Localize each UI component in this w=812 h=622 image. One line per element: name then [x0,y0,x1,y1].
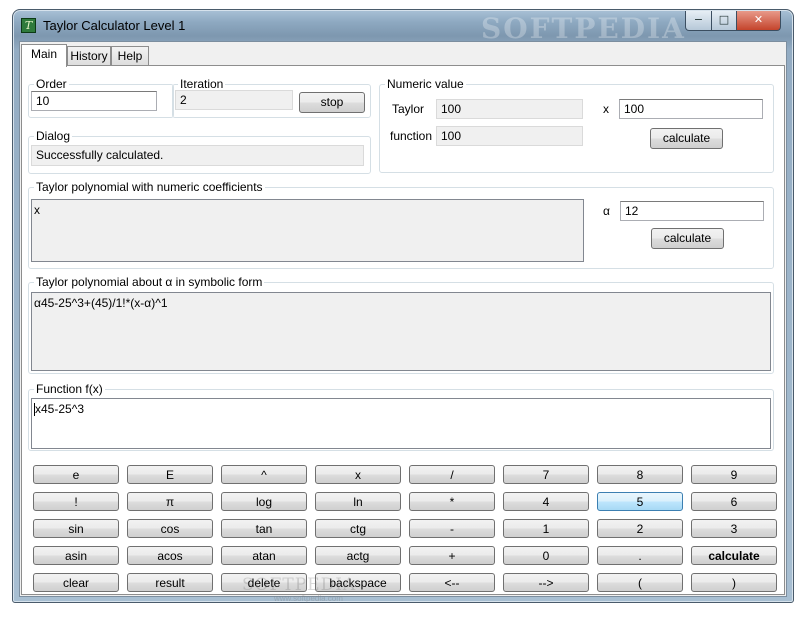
key-result-button[interactable]: result [127,573,213,592]
watermark-bottom-url: www.softpedia.com [274,594,343,603]
key-factorial-button[interactable]: ! [33,492,119,511]
order-legend: Order [34,77,69,91]
taylor-symbolic-group: Taylor polynomial about α in symbolic fo… [28,275,774,374]
key-cursor-left-button[interactable]: <-- [409,573,495,592]
taylor-numeric-output[interactable]: x [31,199,584,262]
main-tab-page: Order 10 Iteration 2 stop Dialog Success… [21,65,785,603]
tab-history[interactable]: History [67,46,111,66]
taylor-numeric-legend: Taylor polynomial with numeric coefficie… [34,180,265,194]
function-fx-legend: Function f(x) [34,382,105,396]
numeric-value-group: Numeric value Taylor 100 function 100 x … [379,77,774,173]
key-e-button[interactable]: e [33,465,119,484]
key-dot-button[interactable]: . [597,546,683,565]
dialog-message: Successfully calculated. [31,145,364,166]
key-caret-button[interactable]: ^ [221,465,307,484]
key-4-button[interactable]: 4 [503,492,589,511]
key-6-button[interactable]: 6 [691,492,777,511]
key-divide-button[interactable]: / [409,465,495,484]
key-x-button[interactable]: x [315,465,401,484]
iteration-group: Iteration 2 stop [172,77,371,118]
function-fx-text: x45-25^3 [35,402,84,416]
key-open-paren-button[interactable]: ( [597,573,683,592]
key-log-button[interactable]: log [221,492,307,511]
taylor-symbolic-output[interactable]: α45-25^3+(45)/1!*(x-α)^1 [31,292,771,371]
key-0-button[interactable]: 0 [503,546,589,565]
function-fx-group: Function f(x) x45-25^3 [28,382,774,451]
key-cursor-right-button[interactable]: --> [503,573,589,592]
stop-button[interactable]: stop [299,92,365,113]
key-ctg-button[interactable]: ctg [315,519,401,538]
numeric-calculate-button[interactable]: calculate [650,128,723,149]
taylor-label: Taylor [392,102,425,116]
alpha-calculate-button[interactable]: calculate [651,228,724,249]
iteration-value: 2 [175,90,293,110]
key-cos-button[interactable]: cos [127,519,213,538]
order-input[interactable]: 10 [31,91,157,111]
taylor-numeric-group: Taylor polynomial with numeric coefficie… [28,180,774,269]
key-7-button[interactable]: 7 [503,465,589,484]
x-input[interactable]: 100 [619,99,763,119]
key-pi-button[interactable]: π [127,492,213,511]
key-clear-button[interactable]: clear [33,573,119,592]
key-1-button[interactable]: 1 [503,519,589,538]
client-area: Main History Help Order 10 Iteration 2 s… [19,41,787,603]
taylor-value: 100 [436,99,583,119]
alpha-label: α [603,204,610,218]
iteration-legend: Iteration [178,77,226,91]
key-tan-button[interactable]: tan [221,519,307,538]
key-backspace-button[interactable]: backspace [315,573,401,592]
function-value: 100 [436,126,583,146]
order-group: Order 10 [28,77,174,118]
dialog-legend: Dialog [34,129,73,143]
taylor-symbolic-legend: Taylor polynomial about α in symbolic fo… [34,275,265,289]
numeric-value-legend: Numeric value [385,77,466,91]
x-label: x [603,102,609,116]
key-close-paren-button[interactable]: ) [691,573,777,592]
key-acos-button[interactable]: acos [127,546,213,565]
tab-help[interactable]: Help [111,46,149,66]
function-label: function [390,129,433,143]
key-asin-button[interactable]: asin [33,546,119,565]
key-actg-button[interactable]: actg [315,546,401,565]
key-plus-button[interactable]: + [409,546,495,565]
key-atan-button[interactable]: atan [221,546,307,565]
dialog-group: Dialog Successfully calculated. [28,129,371,174]
app-icon[interactable]: T [21,18,36,33]
app-window: T Taylor Calculator Level 1 SOFTPEDIA − … [12,9,794,603]
key-2-button[interactable]: 2 [597,519,683,538]
title-bar[interactable]: T Taylor Calculator Level 1 SOFTPEDIA − … [13,10,793,45]
key-multiply-button[interactable]: * [409,492,495,511]
window-title: Taylor Calculator Level 1 [43,18,186,33]
key-E-button[interactable]: E [127,465,213,484]
key-delete-button[interactable]: delete [221,573,307,592]
key-calculate-button[interactable]: calculate [691,546,777,565]
key-ln-button[interactable]: ln [315,492,401,511]
maximize-button[interactable]: □ [711,11,737,31]
function-fx-input[interactable]: x45-25^3 [31,398,771,449]
key-sin-button[interactable]: sin [33,519,119,538]
key-9-button[interactable]: 9 [691,465,777,484]
close-button[interactable]: ✕ [736,11,781,31]
key-5-button[interactable]: 5 [597,492,683,511]
key-3-button[interactable]: 3 [691,519,777,538]
minimize-button[interactable]: − [685,11,712,31]
alpha-input[interactable]: 12 [620,201,764,221]
key-8-button[interactable]: 8 [597,465,683,484]
key-minus-button[interactable]: - [409,519,495,538]
tab-main[interactable]: Main [21,44,67,67]
